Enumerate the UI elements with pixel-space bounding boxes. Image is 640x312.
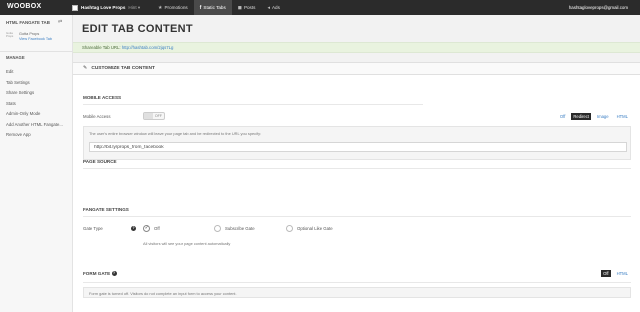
nav-label: Posts [243,5,256,10]
toggle-knob [144,113,153,119]
facebook-icon: f [199,4,202,11]
chat-icon: ◼ [237,4,242,11]
source-tab-off[interactable]: Off [558,113,568,120]
sidebar-item-edit[interactable]: Edit [6,67,72,78]
help-icon[interactable]: ? [131,226,136,231]
section-title: CUSTOMIZE TAB CONTENT [91,66,155,71]
gate-option-subscribe-radio[interactable] [214,225,221,232]
page-name: Hashtag Love Props [81,5,126,10]
nav-posts[interactable]: ◼ Posts [232,0,262,15]
url-prefix: Shareable Tab URL: [82,45,121,50]
manage-heading: MANAGE [6,55,25,60]
sidebar-item-remove-app[interactable]: Remove App [6,130,72,141]
sidebar: HTML FANGATE TAB ⇄ Gotta Props Gotta Pro… [0,15,73,312]
edit-icon: ✎ [83,66,88,71]
sidebar-divider [0,51,73,52]
page-source-tabs: Off Redirect Image HTML [554,113,630,120]
gate-option-like-label: Optional Like Gate [297,226,333,231]
gate-option-off-label: Off [154,226,160,231]
divider [83,104,423,105]
main-content: EDIT TAB CONTENT Shareable Tab URL: http… [73,15,640,312]
redirect-url-input[interactable] [89,142,627,152]
gate-note: All visitors will see your page content … [143,241,231,246]
form-gate-heading: FORM GATE ? [83,271,117,277]
sidebar-item-share-settings[interactable]: Share Settings [6,88,72,99]
nav-promotions[interactable]: ★ Promotions [152,0,194,15]
page-hint: Hint ▾ [128,4,141,10]
app-thumbnail: Gotta Props [6,31,14,38]
sidebar-item-add-another[interactable]: Add Another HTML Fangate... [6,120,72,131]
shareable-url-link[interactable]: http://hashtab.com/2jqs7Lg [122,45,174,50]
nav-ads[interactable]: ◂ Ads [261,0,285,15]
help-icon[interactable]: ? [111,271,117,277]
page-avatar [72,4,78,11]
gate-option-off-radio[interactable] [143,225,150,232]
sidebar-item-stats[interactable]: Stats [6,99,72,110]
mobile-access-toggle[interactable]: OFF [143,112,165,120]
form-gate-tab-html[interactable]: HTML [615,270,630,277]
mobile-access-heading: MOBILE ACCESS [83,95,122,100]
gate-option-subscribe-label: Subscribe Gate [225,226,255,231]
toggle-state: OFF [154,114,162,118]
page-title: EDIT TAB CONTENT [82,23,193,35]
form-gate-box: Form gate is turned off. Visitors do not… [83,287,631,298]
form-gate-note: Form gate is turned off. Visitors do not… [89,291,237,296]
shareable-url-bar: Shareable Tab URL: http://hashtab.com/2j… [73,42,640,53]
woobox-logo[interactable]: WOOBOX [7,3,41,10]
gate-type-label: Gate Type [83,226,103,231]
gate-option-like-radio[interactable] [286,225,293,232]
source-tab-image[interactable]: Image [595,113,611,120]
divider [83,168,631,169]
main-nav: ★ Promotions f Static Tabs ◼ Posts ◂ Ads [152,0,286,15]
divider [83,282,631,283]
app-info: Gotta Props View Facebook Tab [19,32,52,42]
nav-label: Promotions [164,5,188,10]
fangate-heading: FANGATE SETTINGS [83,207,129,212]
form-gate-tab-off[interactable]: Off [601,270,611,277]
section-header: ✎ CUSTOMIZE TAB CONTENT [73,62,640,75]
mobile-access-label: Mobile Access [83,114,111,119]
form-gate-tabs: Off HTML [597,270,630,277]
nav-static-tabs[interactable]: f Static Tabs [193,0,232,15]
page-selector[interactable]: Hashtag Love Props Hint ▾ [72,0,140,15]
form-gate-title: FORM GATE [83,271,111,276]
source-tab-redirect[interactable]: Redirect [571,113,591,120]
redirect-note: The user's entire browser window will le… [89,131,262,136]
customize-panel: MOBILE ACCESS Mobile Access OFF Allow mo… [73,75,640,312]
nav-label: Ads [271,5,280,10]
sidebar-item-admin-only[interactable]: Admin-Only Mode [6,109,72,120]
star-icon: ★ [158,4,163,11]
view-facebook-tab-link[interactable]: View Facebook Tab [19,37,52,42]
top-bar: WOOBOX Hashtag Love Props Hint ▾ ★ Promo… [0,0,640,15]
divider [83,216,631,217]
sidebar-app: Gotta Props Gotta Props View Facebook Ta… [6,32,52,42]
user-email[interactable]: hashtagloveprops@gmail.com [569,5,628,10]
sidebar-heading: HTML FANGATE TAB [6,20,50,25]
megaphone-icon: ◂ [267,4,270,11]
sidebar-item-tab-settings[interactable]: Tab Settings [6,78,72,89]
source-tab-html[interactable]: HTML [615,113,630,120]
nav-label: Static Tabs [203,5,226,10]
swap-icon[interactable]: ⇄ [58,19,62,25]
sidebar-menu: Edit Tab Settings Share Settings Stats A… [6,67,72,141]
redirect-box: The user's entire browser window will le… [83,126,631,160]
